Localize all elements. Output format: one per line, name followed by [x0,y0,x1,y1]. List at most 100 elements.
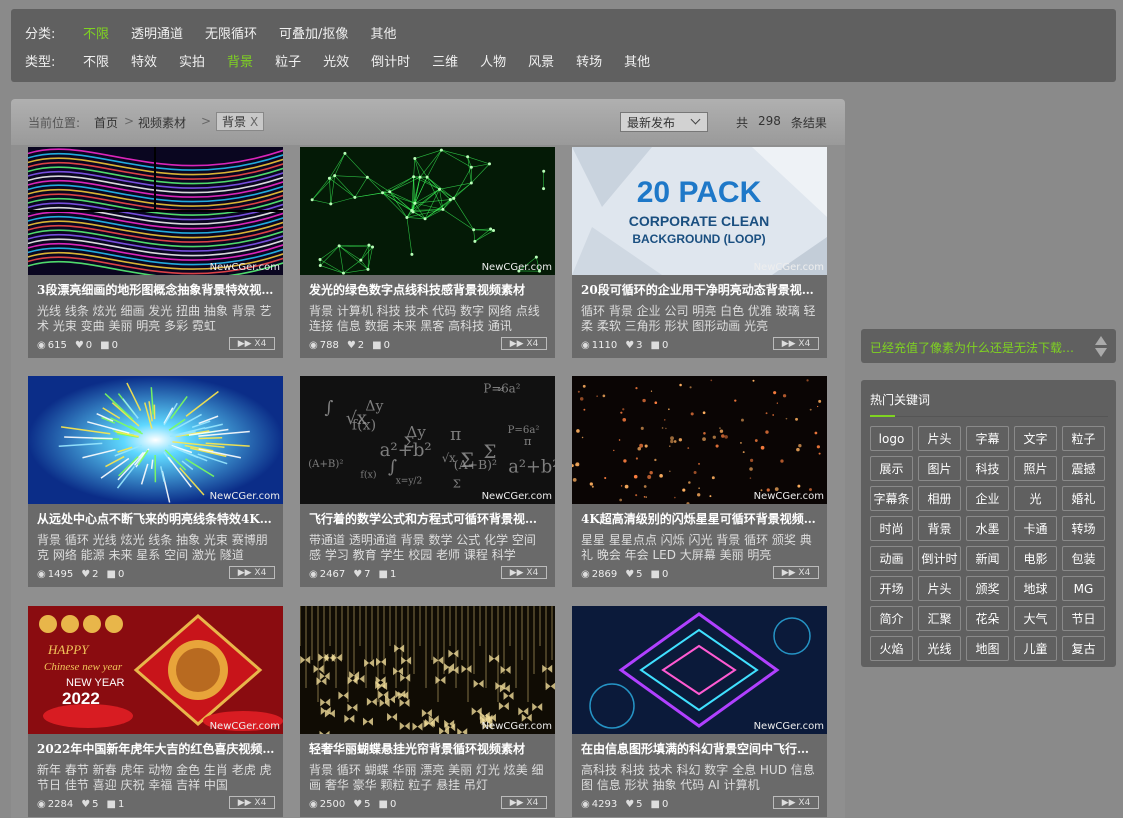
video-card[interactable]: NewCGer.com 从远处中心点不断飞来的明亮线条特效4K视频素材 背景 循… [28,376,283,587]
notice-ticker[interactable]: 已经充值了像素为什么还是无法下载素材 [861,329,1116,363]
type-filter-item[interactable]: 转场 [576,51,602,70]
type-filter-item[interactable]: 其他 [624,51,650,70]
video-title-link[interactable]: 飞行着的数学公式和方程式可循环背景视频素材 [309,510,549,527]
hot-keyword-tag[interactable]: 水墨 [966,516,1009,541]
video-card[interactable]: NewCGer.com 4K超高清级别的闪烁星星可循环背景视频素材 星星 星星点… [572,376,827,587]
hot-keyword-tag[interactable]: 卡通 [1014,516,1057,541]
breadcrumb-section-link[interactable]: 视频素材 [138,114,186,131]
type-filter-item[interactable]: 实拍 [179,51,205,70]
video-title-link[interactable]: 3段漂亮细画的地形图概念抽象背景特效视频素材 [37,281,277,298]
video-thumbnail[interactable]: Σ ∫ √x a²+b² π Δy f(x) P=6a² Σ (A+B)² ∞ x=y/2 Σ ∫ √x a²… [300,376,555,504]
video-title-link[interactable]: 4K超高清级别的闪烁星星可循环背景视频素材 [581,510,821,527]
category-filter-item[interactable]: 透明通道 [131,23,183,42]
category-filter-item[interactable]: 可叠加/抠像 [279,23,348,42]
video-thumbnail[interactable]: HAPPY Chinese new year NEW YEAR 2022 NewCGe… [28,606,283,734]
hot-keyword-tag[interactable]: 震撼 [1062,456,1105,481]
hot-keyword-tag[interactable]: 科技 [966,456,1009,481]
preview-x4-button[interactable]: ▶▶ X4 [229,566,275,579]
preview-x4-button[interactable]: ▶▶ X4 [501,566,547,579]
hot-keyword-tag[interactable]: 地图 [966,636,1009,661]
hot-keyword-tag[interactable]: 儿童 [1014,636,1057,661]
hot-keyword-tag[interactable]: 婚礼 [1062,486,1105,511]
hot-keyword-tag[interactable]: 粒子 [1062,426,1105,451]
arrow-up-icon[interactable] [1095,336,1107,345]
type-filter-item[interactable]: 特效 [131,51,157,70]
video-thumbnail[interactable]: NewCGer.com [28,376,283,504]
hot-keyword-tag[interactable]: MG [1062,576,1105,601]
hot-keyword-tag[interactable]: 大气 [1014,606,1057,631]
remove-tag-icon[interactable]: X [250,115,258,129]
video-card[interactable]: 20 PACK CORPORATE CLEAN BACKGROUND (LOOP) … [572,147,827,358]
hot-keyword-tag[interactable]: 倒计时 [918,546,961,571]
video-card[interactable]: NewCGer.com 在由信息图形填满的科幻背景空间中飞行视频素材 高科技 科… [572,606,827,817]
category-filter-item[interactable]: 不限 [83,23,109,42]
type-filter-item[interactable]: 人物 [480,51,506,70]
hot-keyword-tag[interactable]: 相册 [918,486,961,511]
hot-keyword-tag[interactable]: 动画 [870,546,913,571]
video-thumbnail[interactable]: NewCGer.com [300,606,555,734]
breadcrumb-home-link[interactable]: 首页 [94,114,118,131]
hot-keyword-tag[interactable]: 复古 [1062,636,1105,661]
video-title-link[interactable]: 2022年中国新年虎年大吉的红色喜庆视频素材 [37,740,277,757]
category-filter-item[interactable]: 无限循环 [205,23,257,42]
hot-keyword-tag[interactable]: 展示 [870,456,913,481]
hot-keyword-tag[interactable]: 火焰 [870,636,913,661]
type-filter-item[interactable]: 风景 [528,51,554,70]
type-filter-item[interactable]: 背景 [227,51,253,70]
category-filter-item[interactable]: 其他 [370,23,396,42]
hot-keyword-tag[interactable]: 企业 [966,486,1009,511]
hot-keyword-tag[interactable]: 背景 [918,516,961,541]
notice-text[interactable]: 已经充值了像素为什么还是无法下载素材 [870,339,1080,356]
video-title-link[interactable]: 20段可循环的企业用干净明亮动态背景视频素材 [581,281,821,298]
hot-keyword-tag[interactable]: 新闻 [966,546,1009,571]
hot-keyword-tag[interactable]: 包装 [1062,546,1105,571]
hot-keyword-tag[interactable]: 开场 [870,576,913,601]
hot-keyword-tag[interactable]: logo [870,426,913,451]
video-thumbnail[interactable]: NewCGer.com [300,147,555,275]
hot-keyword-tag[interactable]: 字幕条 [870,486,913,511]
hot-keyword-tag[interactable]: 电影 [1014,546,1057,571]
hot-keyword-tag[interactable]: 简介 [870,606,913,631]
video-card[interactable]: NewCGer.com 轻奢华丽蝴蝶悬挂光帘背景循环视频素材 背景 循环 蝴蝶 … [300,606,555,817]
hot-keyword-tag[interactable]: 片头 [918,426,961,451]
video-title-link[interactable]: 从远处中心点不断飞来的明亮线条特效4K视频素材 [37,510,277,527]
hot-keyword-tag[interactable]: 地球 [1014,576,1057,601]
video-thumbnail[interactable]: 20 PACK CORPORATE CLEAN BACKGROUND (LOOP) … [572,147,827,275]
preview-x4-button[interactable]: ▶▶ X4 [773,337,819,350]
hot-keyword-tag[interactable]: 汇聚 [918,606,961,631]
video-title-link[interactable]: 轻奢华丽蝴蝶悬挂光帘背景循环视频素材 [309,740,549,757]
hot-keyword-tag[interactable]: 文字 [1014,426,1057,451]
type-filter-item[interactable]: 三维 [432,51,458,70]
hot-keyword-tag[interactable]: 转场 [1062,516,1105,541]
preview-x4-button[interactable]: ▶▶ X4 [229,337,275,350]
hot-keyword-tag[interactable]: 片头 [918,576,961,601]
hot-keyword-tag[interactable]: 节日 [1062,606,1105,631]
video-card[interactable]: HAPPY Chinese new year NEW YEAR 2022 NewCGe… [28,606,283,817]
video-thumbnail[interactable]: NewCGer.com [572,376,827,504]
active-tag-chip[interactable]: 背景 X [216,112,265,131]
hot-keyword-tag[interactable]: 光线 [918,636,961,661]
hot-keyword-tag[interactable]: 字幕 [966,426,1009,451]
video-thumbnail[interactable]: NewCGer.com [572,606,827,734]
video-card[interactable]: Σ ∫ √x a²+b² π Δy f(x) P=6a² Σ (A+B)² ∞ x=y/2 Σ ∫ √x a²… [300,376,555,587]
video-title-link[interactable]: 在由信息图形填满的科幻背景空间中飞行视频素材 [581,740,821,757]
video-card[interactable]: NewCGer.com 3段漂亮细画的地形图概念抽象背景特效视频素材 光线 线条… [28,147,283,358]
sort-select[interactable]: 最新发布 [620,112,708,132]
hot-keyword-tag[interactable]: 花朵 [966,606,1009,631]
type-filter-item[interactable]: 光效 [323,51,349,70]
video-card[interactable]: NewCGer.com 发光的绿色数字点线科技感背景视频素材 背景 计算机 科技… [300,147,555,358]
type-filter-item[interactable]: 粒子 [275,51,301,70]
preview-x4-button[interactable]: ▶▶ X4 [773,566,819,579]
preview-x4-button[interactable]: ▶▶ X4 [773,796,819,809]
video-title-link[interactable]: 发光的绿色数字点线科技感背景视频素材 [309,281,549,298]
hot-keyword-tag[interactable]: 颁奖 [966,576,1009,601]
preview-x4-button[interactable]: ▶▶ X4 [501,796,547,809]
preview-x4-button[interactable]: ▶▶ X4 [229,796,275,809]
video-thumbnail[interactable]: NewCGer.com [28,147,283,275]
arrow-down-icon[interactable] [1095,348,1107,357]
type-filter-item[interactable]: 不限 [83,51,109,70]
hot-keyword-tag[interactable]: 时尚 [870,516,913,541]
type-filter-item[interactable]: 倒计时 [371,51,410,70]
hot-keyword-tag[interactable]: 照片 [1014,456,1057,481]
hot-keyword-tag[interactable]: 光 [1014,486,1057,511]
